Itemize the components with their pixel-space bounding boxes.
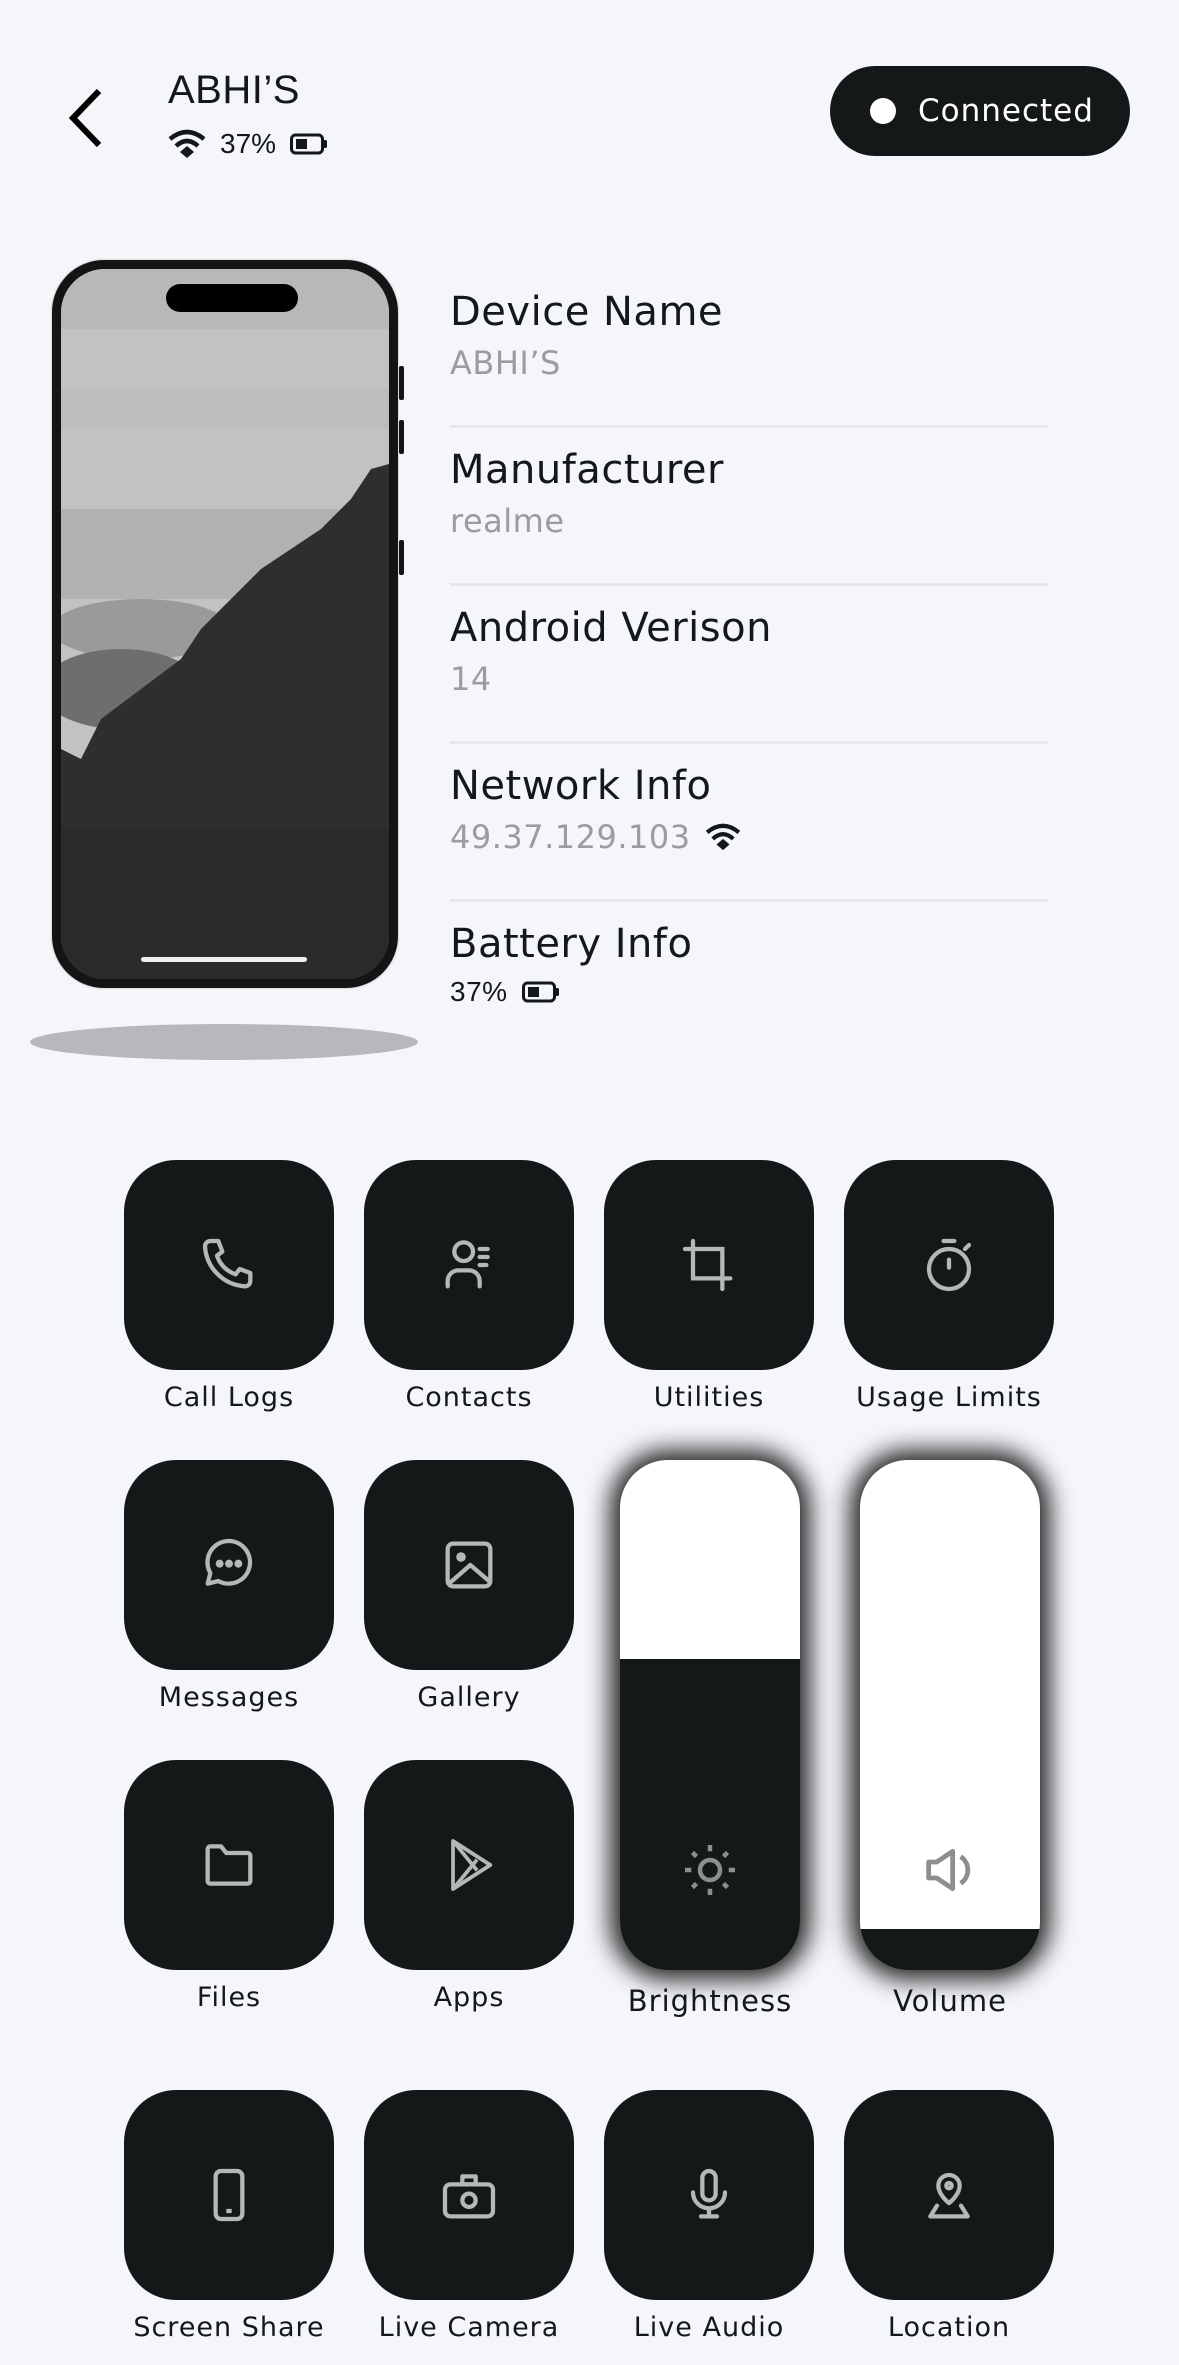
slider-label: Brightness <box>627 1984 793 2018</box>
info-label: Android Verison <box>450 605 772 651</box>
phone-side-button <box>399 366 404 400</box>
play-store-icon <box>451 1839 493 1891</box>
battery-icon <box>290 133 328 155</box>
speaker-icon <box>926 1848 971 1892</box>
info-value-text: ABHI’S <box>450 344 561 382</box>
tile-usage-limits[interactable] <box>844 1160 1054 1370</box>
tile-label: Usage Limits <box>856 1382 1042 1413</box>
info-value-text: 37% <box>450 976 508 1007</box>
tile-label: Screen Share <box>133 2312 325 2343</box>
status-dot-icon <box>870 98 896 124</box>
info-value-text: realme <box>450 502 565 540</box>
brightness-slider-fill <box>620 1658 800 1970</box>
slider-label: Volume <box>893 1984 1007 2018</box>
connection-status-label: Connected <box>918 93 1094 129</box>
info-value: 14 <box>450 660 1048 698</box>
crop-icon <box>682 1238 733 1292</box>
phone-shadow <box>30 1024 418 1060</box>
mountain-wallpaper-image <box>61 269 389 979</box>
stopwatch-icon <box>926 1238 972 1292</box>
tile-label: Contacts <box>405 1382 533 1413</box>
tile-files[interactable] <box>124 1760 334 1970</box>
connection-status-button[interactable]: Connected <box>830 66 1130 156</box>
tile-apps[interactable] <box>364 1760 574 1970</box>
folder-icon <box>205 1844 253 1886</box>
info-label: Manufacturer <box>450 447 724 493</box>
battery-percent: 37% <box>220 128 277 159</box>
info-row-device-name: Device Name ABHI’S <box>450 270 1048 428</box>
phone-icon <box>202 1238 253 1289</box>
brightness-slider[interactable] <box>620 1460 800 1970</box>
camera-icon <box>442 2174 496 2219</box>
tile-label: Location <box>887 2312 1011 2343</box>
tile-label: Apps <box>433 1982 505 2013</box>
info-value-text: 49.37.129.103 <box>450 818 691 856</box>
phone-notch <box>166 284 298 312</box>
info-label: Device Name <box>450 289 724 335</box>
tile-live-audio[interactable] <box>604 2090 814 2300</box>
wifi-icon <box>168 129 206 158</box>
info-value: ABHI’S <box>450 344 1048 382</box>
volume-slider[interactable] <box>860 1460 1040 1970</box>
info-value: 37% <box>450 976 1048 1008</box>
tile-gallery[interactable] <box>364 1460 574 1670</box>
tile-screen-share[interactable] <box>124 2090 334 2300</box>
tile-label: Call Logs <box>163 1382 295 1413</box>
info-row-android-version: Android Verison 14 <box>450 586 1048 744</box>
location-pin-icon <box>928 2172 970 2219</box>
info-value-text: 14 <box>450 660 492 698</box>
phone-home-indicator <box>141 957 307 962</box>
tile-utilities[interactable] <box>604 1160 814 1370</box>
volume-slider-fill <box>860 1929 1040 1970</box>
tile-label: Gallery <box>417 1682 521 1713</box>
wifi-icon <box>705 823 740 851</box>
tile-label: Live Audio <box>633 2312 785 2343</box>
battery-icon <box>521 981 559 1003</box>
chevron-left-icon <box>68 88 102 148</box>
device-status-row: 37% <box>168 128 328 160</box>
tile-call-logs[interactable] <box>124 1160 334 1370</box>
device-title: ABHI’S <box>168 68 300 112</box>
phone-side-button <box>399 420 404 454</box>
tile-location[interactable] <box>844 2090 1054 2300</box>
info-value: realme <box>450 502 1048 540</box>
tile-label: Messages <box>158 1682 300 1713</box>
info-label: Network Info <box>450 763 712 809</box>
sun-icon <box>685 1845 735 1895</box>
info-row-battery-info: Battery Info 37% <box>450 902 1048 1060</box>
microphone-icon <box>690 2168 728 2219</box>
contacts-icon <box>445 1240 490 1289</box>
device-mockup <box>52 260 398 988</box>
tile-label: Live Camera <box>378 2312 560 2343</box>
info-row-network-info: Network Info 49.37.129.103 <box>450 744 1048 902</box>
info-label: Battery Info <box>450 921 693 967</box>
tile-contacts[interactable] <box>364 1160 574 1370</box>
back-button[interactable] <box>50 76 120 160</box>
tile-label: Utilities <box>653 1382 765 1413</box>
image-icon <box>445 1541 493 1589</box>
tile-label: Files <box>196 1982 262 2013</box>
smartphone-icon <box>213 2168 245 2222</box>
chat-bubble-icon <box>205 1538 253 1586</box>
phone-side-button <box>399 540 404 575</box>
tile-live-camera[interactable] <box>364 2090 574 2300</box>
device-info-list: Device Name ABHI’S Manufacturer realme A… <box>450 270 1048 1060</box>
info-value: 49.37.129.103 <box>450 818 1048 856</box>
tile-messages[interactable] <box>124 1460 334 1670</box>
info-row-manufacturer: Manufacturer realme <box>450 428 1048 586</box>
device-wallpaper <box>61 269 389 979</box>
